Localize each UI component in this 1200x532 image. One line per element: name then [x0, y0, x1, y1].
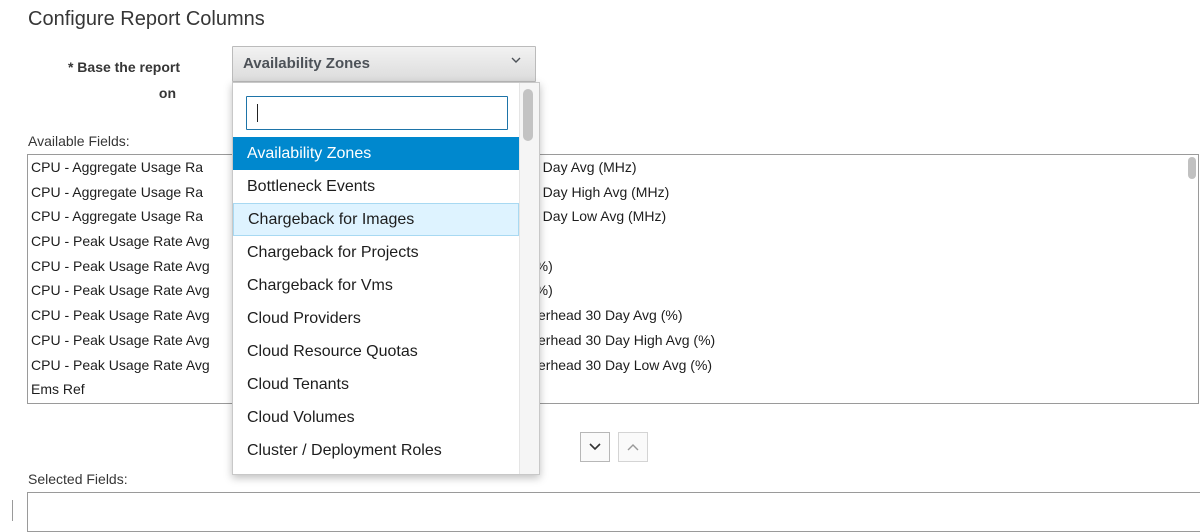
list-item[interactable]: CPU - Peak Usage Rate Avg verhead 30 Day …	[28, 353, 1198, 378]
text-cursor	[257, 104, 258, 122]
base-report-label: * Base the report on	[30, 54, 180, 106]
dropdown-scrollbar-track[interactable]	[519, 83, 539, 474]
dropdown-option[interactable]: Chargeback for Vms	[233, 269, 519, 302]
available-fields-label: Available Fields:	[28, 133, 130, 149]
selected-fields-label: Selected Fields:	[28, 471, 128, 487]
move-up-button[interactable]	[618, 432, 648, 462]
list-item[interactable]: CPU - Peak Usage Rate Avg	[28, 229, 1198, 254]
base-report-label-line1: * Base the report	[67, 59, 180, 75]
dropdown-option[interactable]: Cloud Volumes	[233, 401, 519, 434]
list-item[interactable]: CPU - Peak Usage Rate Avg (%)	[28, 254, 1198, 279]
base-report-dropdown[interactable]: Availability Zones Bottleneck Events Charg…	[232, 82, 540, 475]
base-report-select[interactable]: Availability Zones	[232, 46, 536, 82]
list-item[interactable]: CPU - Aggregate Usage Ra 0 Day Avg (MHz)	[28, 155, 1198, 180]
list-item-label-tail: 0 Day High Avg (MHz)	[531, 183, 670, 200]
dropdown-option[interactable]: Cluster / Deployment Roles	[233, 434, 519, 467]
dropdown-option[interactable]: Availability Zones	[233, 137, 519, 170]
dropdown-option[interactable]: Bottleneck Events	[233, 170, 519, 203]
list-item-label-tail: verhead 30 Day Avg (%)	[531, 307, 683, 324]
dropdown-option[interactable]: Cloud Providers	[233, 302, 519, 335]
base-report-label-line2: on	[158, 85, 176, 101]
dropdown-options: Availability Zones Bottleneck Events Charg…	[233, 137, 519, 467]
chevron-down-icon	[589, 443, 601, 451]
list-item-label-tail: verhead 30 Day Low Avg (%)	[531, 356, 713, 373]
list-item-label-tail: 0 Day Avg (MHz)	[531, 159, 637, 175]
chevron-down-icon	[511, 53, 521, 70]
list-item[interactable]: CPU - Peak Usage Rate Avg (%)	[28, 278, 1198, 303]
listbox-scrollbar[interactable]	[1188, 157, 1196, 179]
page-title: Configure Report Columns	[28, 8, 265, 30]
list-item[interactable]: CPU - Peak Usage Rate Avg verhead 30 Day …	[28, 303, 1198, 328]
selected-fields-listbox[interactable]	[27, 492, 1200, 532]
list-item[interactable]: CPU - Peak Usage Rate Avg verhead 30 Day …	[28, 328, 1198, 353]
list-item-label-tail: verhead 30 Day High Avg (%)	[531, 331, 716, 348]
list-item-label-tail: 0 Day Low Avg (MHz)	[531, 208, 667, 225]
dropdown-option[interactable]: Chargeback for Projects	[233, 236, 519, 269]
list-item[interactable]: CPU - Aggregate Usage Ra 0 Day Low Avg (M…	[28, 204, 1198, 229]
dropdown-scrollbar-thumb[interactable]	[523, 89, 533, 141]
dropdown-option[interactable]: Cloud Tenants	[233, 368, 519, 401]
chevron-up-icon	[627, 444, 639, 451]
move-down-button[interactable]	[580, 432, 610, 462]
dropdown-search-input[interactable]	[246, 96, 508, 130]
base-report-select-value: Availability Zones	[243, 55, 370, 72]
list-item[interactable]: Ems Ref	[28, 377, 1198, 402]
dropdown-option[interactable]: Cloud Resource Quotas	[233, 335, 519, 368]
list-item[interactable]: CPU - Aggregate Usage Ra 0 Day High Avg (…	[28, 180, 1198, 205]
dropdown-option[interactable]: Chargeback for Images	[233, 203, 519, 236]
left-edge-marker	[6, 500, 13, 521]
available-fields-listbox[interactable]: CPU - Aggregate Usage Ra 0 Day Avg (MHz) C…	[27, 154, 1199, 404]
